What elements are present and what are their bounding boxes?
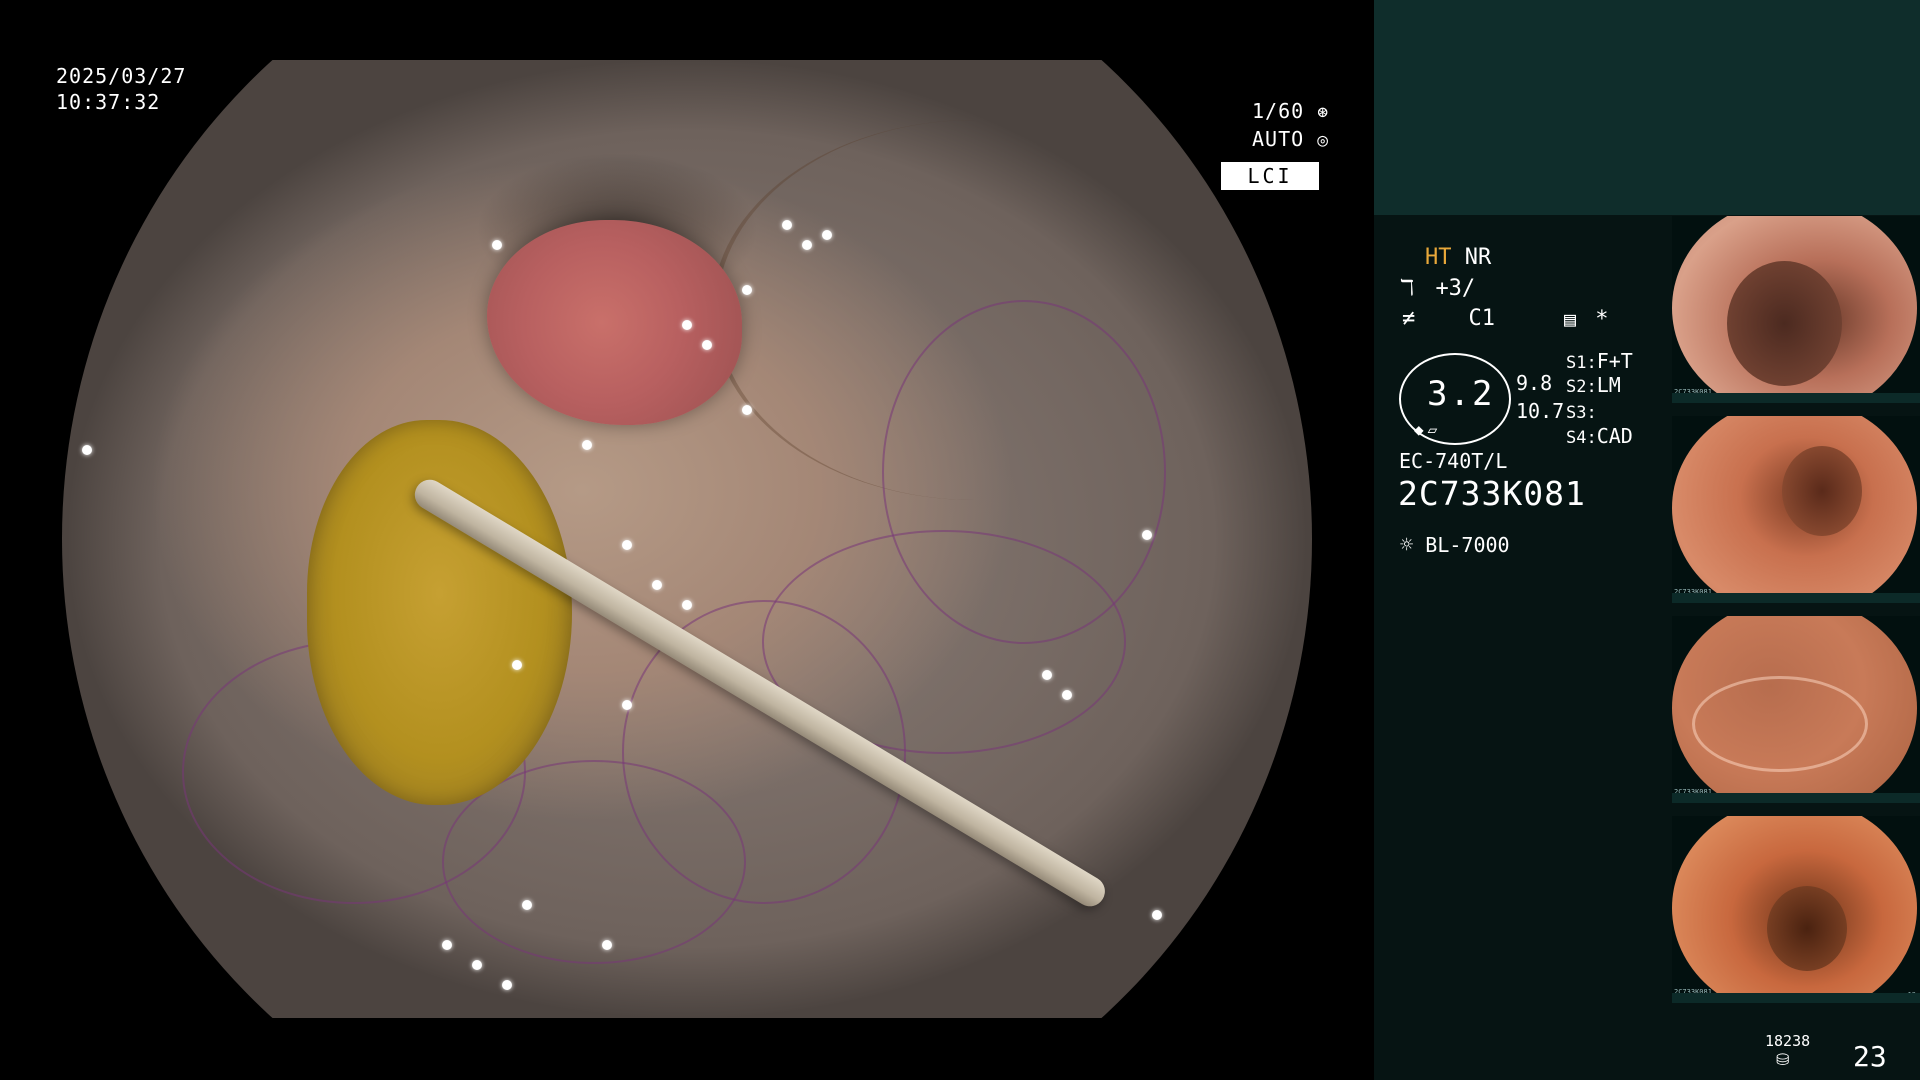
time-readout: 10:37:32 xyxy=(56,90,161,114)
light-reflection xyxy=(822,230,832,240)
light-reflection xyxy=(602,940,612,950)
scope-model: EC-740T/L xyxy=(1399,449,1508,473)
light-reflection xyxy=(512,660,522,670)
pen-icon: ◆ xyxy=(1414,420,1424,439)
polyp xyxy=(487,220,742,425)
light-reflection xyxy=(492,240,502,250)
light-reflection xyxy=(1142,530,1152,540)
image-count: 23 xyxy=(1853,1040,1887,1073)
light-reflection xyxy=(682,600,692,610)
light-reflection xyxy=(522,900,532,910)
brightness-sub1: 9.8 xyxy=(1516,371,1553,395)
structure-enhance-icon: ℸ xyxy=(1400,276,1415,301)
square-icon: ▱ xyxy=(1427,420,1438,439)
lci-mode-indicator: LCI xyxy=(1221,162,1319,190)
light-reflection xyxy=(702,340,712,350)
captured-thumbnail[interactable]: 2C733K081 20 xyxy=(1672,616,1920,803)
captured-thumbnail[interactable]: 2C733K081 21 xyxy=(1672,416,1920,603)
light-reflection xyxy=(802,240,812,250)
ht-nr-status: HT NR xyxy=(1425,245,1491,271)
light-reflection xyxy=(472,960,482,970)
light-reflection xyxy=(742,285,752,295)
ht-label: HT xyxy=(1425,245,1452,270)
brightness-value: 3.2 xyxy=(1427,374,1495,414)
light-reflection xyxy=(1062,690,1072,700)
color-enhance-icon: ≠ xyxy=(1402,306,1416,331)
shutter-speed: 1/60 ⊛ xyxy=(1252,99,1330,123)
light-reflection xyxy=(742,405,752,415)
endoscope-live-view xyxy=(62,60,1312,1018)
light-reflection xyxy=(652,580,662,590)
stool-residue xyxy=(307,420,572,805)
light-reflection xyxy=(1042,670,1052,680)
iris-icon: ◎ xyxy=(1317,130,1330,151)
light-reflection xyxy=(622,540,632,550)
light-reflection xyxy=(682,320,692,330)
brightness-icons: ◆ ▱ xyxy=(1414,420,1437,439)
light-reflection xyxy=(82,445,92,455)
switch-s3: S3: xyxy=(1566,403,1597,423)
light-reflection xyxy=(782,220,792,230)
nr-label: NR xyxy=(1464,245,1492,270)
panel-header-area xyxy=(1374,0,1920,215)
light-reflection xyxy=(502,980,512,990)
menu-settings-icon: ▤ xyxy=(1564,307,1577,331)
captured-thumbnail[interactable]: 2C733K081 19 xyxy=(1672,816,1920,1003)
brightness-sub2: 10.7 xyxy=(1516,399,1565,423)
shutter-icon: ⊛ xyxy=(1317,102,1330,123)
switch-s2: S2:LM xyxy=(1566,373,1621,397)
light-reflection xyxy=(582,440,592,450)
light-reflection xyxy=(442,940,452,950)
light-reflection xyxy=(622,700,632,710)
switch-s4: S4:CAD xyxy=(1566,424,1633,448)
color-mode-row: ≠ C1 xyxy=(1402,306,1495,331)
exposure-mode: AUTO ◎ xyxy=(1252,127,1330,151)
capture-settings-row: ▤ * xyxy=(1564,307,1609,332)
storage-count: 18238 xyxy=(1765,1032,1811,1050)
storage-disk-icon: ⛁ xyxy=(1776,1050,1790,1069)
light-source-icon: ☼ xyxy=(1400,533,1414,558)
light-reflection xyxy=(1152,910,1162,920)
structure-enhance-row: ℸ +3/ xyxy=(1400,276,1476,301)
light-source-row: ☼ BL-7000 xyxy=(1400,533,1510,558)
date-readout: 2025/03/27 xyxy=(56,64,187,88)
captured-thumbnail[interactable]: 2C733K081 22 xyxy=(1672,216,1920,403)
vessel xyxy=(882,300,1166,644)
scope-serial: 2C733K081 xyxy=(1398,474,1586,513)
